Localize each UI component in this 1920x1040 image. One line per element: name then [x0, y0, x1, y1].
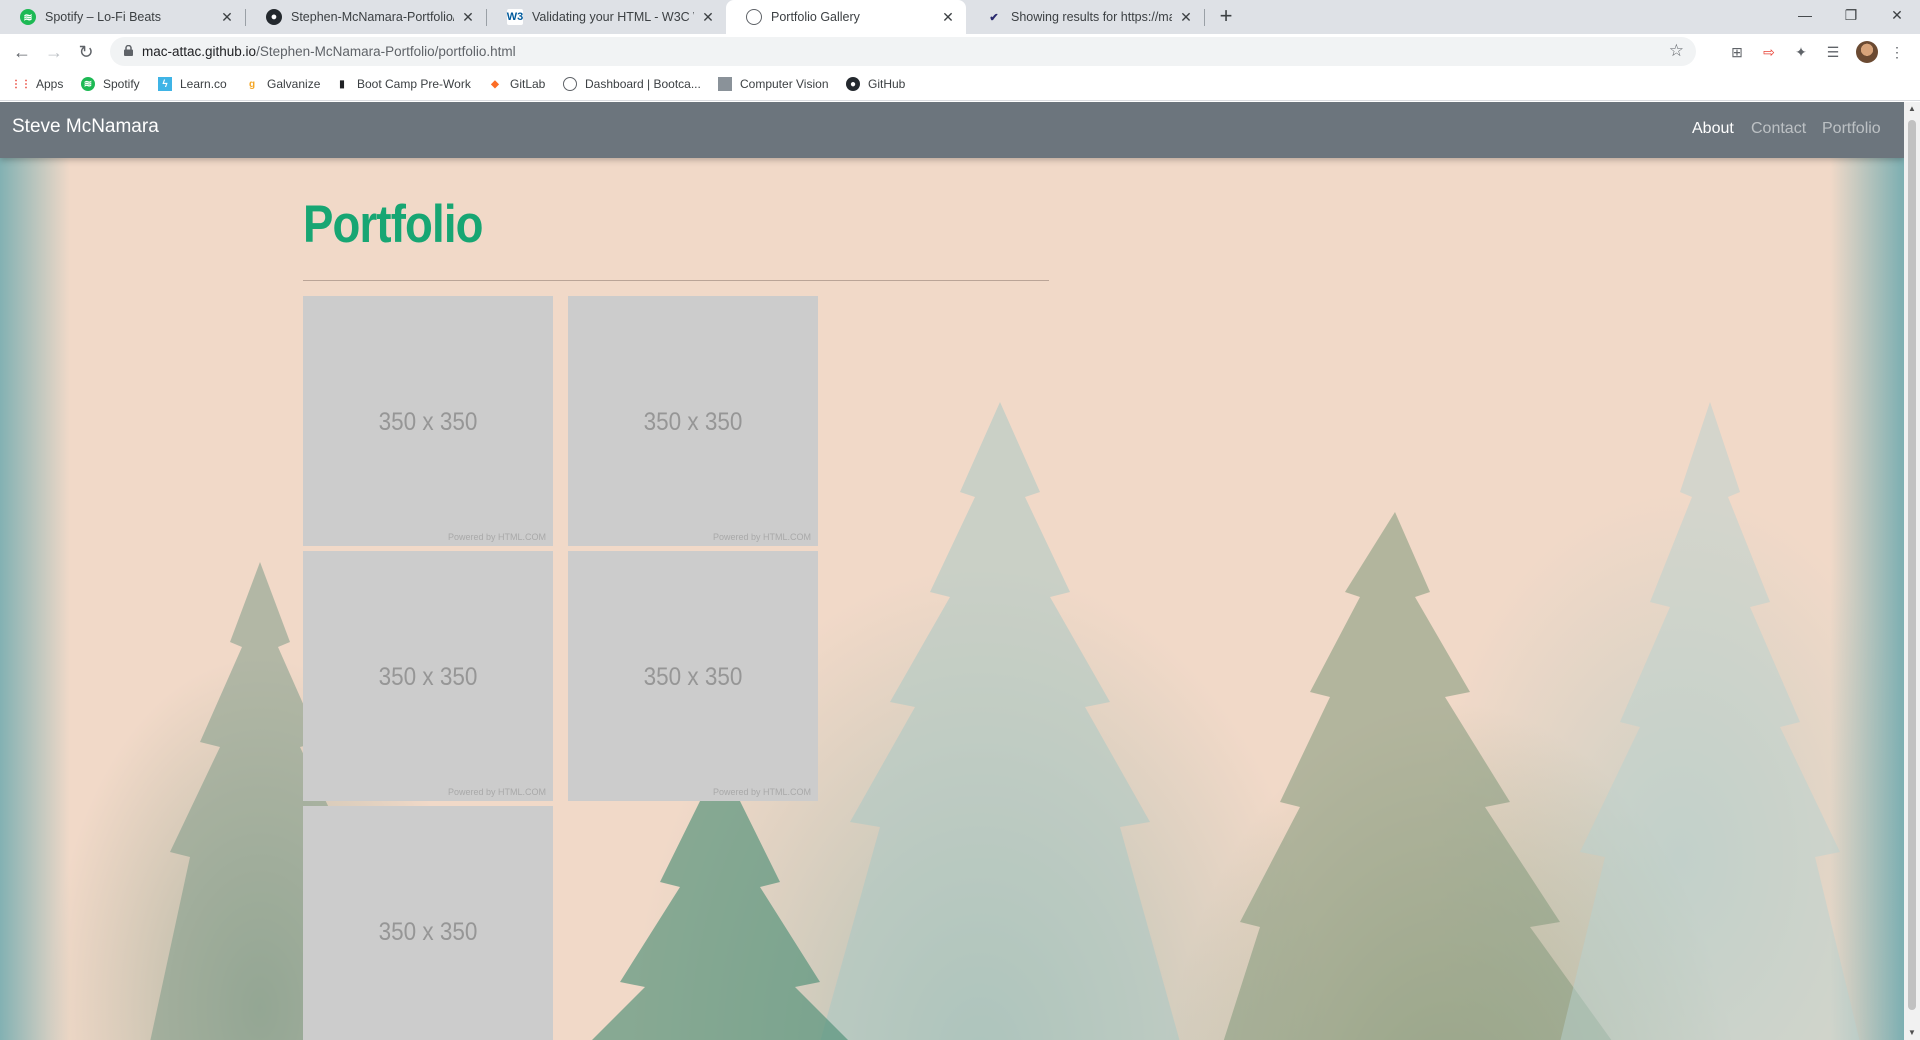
gallery-image[interactable]: 350 x 350 Powered by HTML.COM	[303, 296, 553, 546]
browser-tab-validator[interactable]: ✔ Showing results for https://mac- ✕	[966, 0, 1204, 34]
bookmark-apps[interactable]: ⋮⋮ Apps	[11, 77, 64, 91]
extension-cast-icon[interactable]: ⇨	[1760, 43, 1778, 61]
extensions-puzzle-icon[interactable]: ✦	[1792, 43, 1810, 61]
address-bar[interactable]: mac-attac.github.io/Stephen-McNamara-Por…	[110, 37, 1696, 66]
github-icon: ●	[266, 9, 282, 25]
tab-title: Spotify – Lo-Fi Beats	[45, 10, 162, 24]
globe-icon	[563, 77, 577, 91]
placeholder-credit: Powered by HTML.COM	[447, 532, 546, 542]
bookmark-label: Dashboard | Bootca...	[585, 77, 701, 91]
browser-tab-portfolio-gallery[interactable]: Portfolio Gallery ✕	[726, 0, 966, 34]
browser-tab-strip: ≋ Spotify – Lo-Fi Beats ✕ ● Stephen-McNa…	[0, 0, 1920, 34]
scroll-up-icon[interactable]: ▲	[1904, 102, 1920, 116]
placeholder-size-label: 350 x 350	[643, 663, 743, 691]
galvanize-icon: g	[248, 78, 256, 90]
bookmark-label: GitHub	[868, 77, 906, 91]
scroll-down-icon[interactable]: ▼	[1904, 1026, 1920, 1040]
close-icon[interactable]: ✕	[700, 9, 716, 25]
nav-link-portfolio[interactable]: Portfolio	[1822, 120, 1881, 138]
tab-title: Validating your HTML - W3C Wik	[532, 10, 694, 24]
url-host: mac-attac.github.io	[142, 44, 257, 59]
tree-illustration	[820, 402, 1180, 1040]
bookmark-label: Galvanize	[267, 77, 321, 91]
reload-icon[interactable]: ↻	[72, 38, 100, 66]
placeholder-credit: Powered by HTML.COM	[712, 787, 811, 797]
url-path: /Stephen-McNamara-Portfolio/portfolio.ht…	[256, 44, 516, 59]
site-navbar: Steve McNamara About Contact Portfolio	[0, 102, 1904, 158]
gallery-image[interactable]: 350 x 350 Powered by HTML.COM	[568, 551, 818, 801]
reading-list-icon[interactable]: ☰	[1824, 43, 1842, 61]
back-arrow-icon[interactable]: ←	[8, 38, 36, 66]
bookmark-label: Apps	[36, 77, 64, 91]
gallery-image[interactable]: 350 x 350 Powered by HTML.COM	[303, 551, 553, 801]
image-icon	[718, 77, 732, 91]
w3c-icon: W3	[506, 9, 524, 25]
close-icon[interactable]: ✕	[460, 9, 476, 25]
minimize-icon[interactable]: —	[1782, 0, 1828, 30]
placeholder-size-label: 350 x 350	[378, 918, 478, 946]
bookmark-spotify[interactable]: ≋ Spotify	[81, 77, 140, 91]
bookmark-label: Learn.co	[180, 77, 227, 91]
tree-illustration	[1560, 402, 1860, 1040]
placeholder-credit: Powered by HTML.COM	[447, 787, 546, 797]
placeholder-credit: Powered by HTML.COM	[712, 532, 811, 542]
close-icon[interactable]: ✕	[940, 9, 956, 25]
page-scrollbar[interactable]: ▲ ▼	[1904, 102, 1920, 1040]
lock-icon	[124, 45, 133, 56]
browser-tab-w3c[interactable]: W3 Validating your HTML - W3C Wik ✕	[487, 0, 726, 34]
browser-toolbar: ← → ↻ mac-attac.github.io/Stephen-McNama…	[0, 34, 1920, 70]
gallery-image[interactable]: 350 x 350 Powered by HTML.COM	[568, 296, 818, 546]
url-text[interactable]: mac-attac.github.io/Stephen-McNamara-Por…	[142, 44, 516, 59]
placeholder-size-label: 350 x 350	[643, 408, 743, 436]
close-icon[interactable]: ✕	[219, 9, 235, 25]
forward-arrow-icon[interactable]: →	[40, 38, 68, 66]
bookmark-github[interactable]: ● GitHub	[846, 77, 905, 91]
bookmark-galvanize[interactable]: g Galvanize	[245, 77, 320, 91]
tab-title: Showing results for https://mac-	[1011, 10, 1172, 24]
menu-kebab-icon[interactable]: ⋮	[1888, 43, 1906, 61]
apps-grid-icon: ⋮⋮	[11, 78, 31, 90]
bookmark-label: Computer Vision	[740, 77, 829, 91]
bookmark-bootcamp-prework[interactable]: ▮ Boot Camp Pre-Work	[335, 77, 471, 91]
spotify-icon: ≋	[81, 77, 95, 91]
placeholder-size-label: 350 x 350	[378, 408, 478, 436]
extension-grid-icon[interactable]: ⊞	[1728, 43, 1746, 61]
bookmark-computer-vision[interactable]: Computer Vision	[718, 77, 829, 91]
browser-tab-spotify[interactable]: ≋ Spotify – Lo-Fi Beats ✕	[0, 0, 245, 34]
validator-icon: ✔	[989, 11, 999, 24]
gallery-image[interactable]: 350 x 350	[303, 806, 553, 1040]
nav-link-contact[interactable]: Contact	[1751, 120, 1806, 138]
spotify-icon: ≋	[20, 9, 36, 25]
bookmark-label: Boot Camp Pre-Work	[357, 77, 471, 91]
bookmark-gitlab[interactable]: ◆ GitLab	[488, 77, 545, 91]
close-icon[interactable]: ✕	[1178, 9, 1194, 25]
learnco-icon: ϟ	[158, 77, 172, 91]
browser-tab-github[interactable]: ● Stephen-McNamara-Portfolio/RE ✕	[246, 0, 486, 34]
bookmark-learnco[interactable]: ϟ Learn.co	[158, 77, 227, 91]
bookmark-label: Spotify	[103, 77, 140, 91]
restore-icon[interactable]: ❐	[1828, 0, 1874, 30]
close-window-icon[interactable]: ✕	[1874, 0, 1920, 30]
tab-separator	[1204, 9, 1205, 26]
scrollbar-thumb[interactable]	[1908, 120, 1916, 1010]
book-icon: ▮	[339, 78, 345, 90]
bookmark-dashboard[interactable]: Dashboard | Bootca...	[563, 77, 701, 91]
bookmarks-bar: ⋮⋮ Apps ≋ Spotify ϟ Learn.co g Galvanize…	[0, 70, 1920, 101]
nav-link-about[interactable]: About	[1692, 120, 1734, 138]
heading-divider	[303, 280, 1049, 281]
page-viewport: Steve McNamara About Contact Portfolio P…	[0, 102, 1904, 1040]
globe-icon	[746, 9, 762, 25]
placeholder-size-label: 350 x 350	[378, 663, 478, 691]
gitlab-icon: ◆	[491, 78, 499, 90]
bookmark-label: GitLab	[510, 77, 546, 91]
page-title: Portfolio	[303, 195, 483, 254]
tab-title: Portfolio Gallery	[771, 10, 860, 24]
bookmark-star-icon[interactable]: ☆	[1669, 41, 1684, 61]
github-icon: ●	[846, 77, 860, 91]
profile-avatar[interactable]	[1856, 41, 1878, 63]
tab-title: Stephen-McNamara-Portfolio/RE	[291, 10, 454, 24]
new-tab-button[interactable]: +	[1214, 5, 1238, 29]
site-brand[interactable]: Steve McNamara	[12, 116, 159, 138]
